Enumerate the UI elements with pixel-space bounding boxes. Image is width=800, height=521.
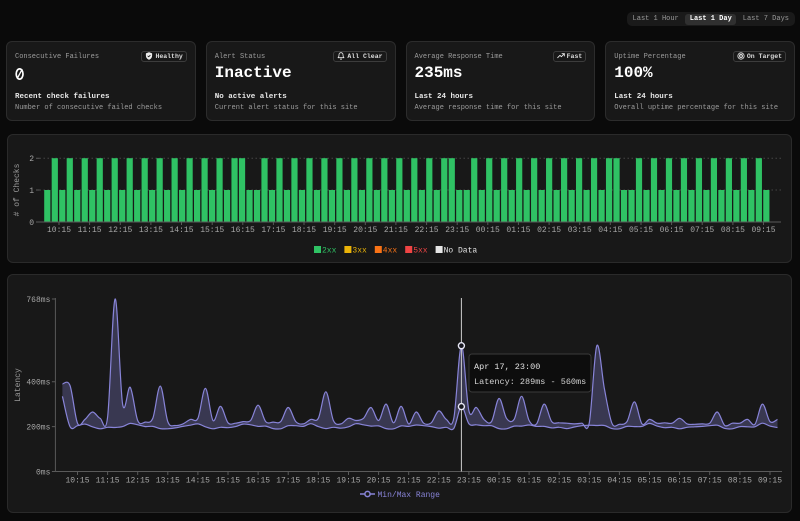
svg-text:09:15: 09:15 [751,226,775,235]
svg-text:12:15: 12:15 [108,226,132,235]
svg-text:5xx: 5xx [413,247,428,256]
svg-text:19:15: 19:15 [323,226,347,235]
svg-text:06:15: 06:15 [660,226,684,235]
svg-text:01:15: 01:15 [517,477,541,486]
svg-text:19:15: 19:15 [336,477,360,486]
svg-text:06:15: 06:15 [668,477,692,486]
svg-text:0ms: 0ms [36,468,51,477]
svg-text:2: 2 [29,155,34,164]
svg-text:07:15: 07:15 [690,226,714,235]
svg-text:18:15: 18:15 [292,226,316,235]
svg-text:14:15: 14:15 [169,226,193,235]
svg-text:03:15: 03:15 [568,226,592,235]
svg-text:17:15: 17:15 [276,477,300,486]
svg-text:200ms: 200ms [26,423,50,432]
svg-text:23:15: 23:15 [457,477,481,486]
svg-text:08:15: 08:15 [728,477,752,486]
svg-text:Latency: Latency [14,368,23,402]
svg-text:Apr 17, 23:00: Apr 17, 23:00 [474,362,540,372]
svg-text:00:15: 00:15 [487,477,511,486]
svg-text:08:15: 08:15 [721,226,745,235]
svg-text:05:15: 05:15 [629,226,653,235]
svg-text:18:15: 18:15 [306,477,330,486]
svg-text:# of Checks: # of Checks [13,163,22,216]
svg-text:1: 1 [29,187,34,196]
svg-text:16:15: 16:15 [231,226,255,235]
svg-text:Min/Max Range: Min/Max Range [378,491,441,500]
svg-text:No Data: No Data [444,247,478,256]
svg-text:02:15: 02:15 [537,226,561,235]
svg-text:07:15: 07:15 [698,477,722,486]
svg-text:11:15: 11:15 [78,226,102,235]
svg-text:21:15: 21:15 [397,477,421,486]
svg-text:14:15: 14:15 [186,477,210,486]
svg-text:02:15: 02:15 [547,477,571,486]
svg-text:2xx: 2xx [322,247,337,256]
svg-text:11:15: 11:15 [96,477,120,486]
svg-text:15:15: 15:15 [216,477,240,486]
svg-text:0: 0 [29,219,34,228]
svg-text:20:15: 20:15 [353,226,377,235]
svg-text:01:15: 01:15 [506,226,530,235]
svg-text:15:15: 15:15 [200,226,224,235]
svg-text:21:15: 21:15 [384,226,408,235]
svg-text:4xx: 4xx [383,247,398,256]
svg-text:16:15: 16:15 [246,477,270,486]
svg-text:10:15: 10:15 [47,226,71,235]
svg-text:22:15: 22:15 [415,226,439,235]
svg-text:Latency: 289ms - 560ms: Latency: 289ms - 560ms [474,377,586,387]
svg-text:400ms: 400ms [26,379,50,388]
svg-text:10:15: 10:15 [65,477,89,486]
svg-text:04:15: 04:15 [607,477,631,486]
svg-text:768ms: 768ms [26,296,50,305]
svg-text:00:15: 00:15 [476,226,500,235]
svg-text:12:15: 12:15 [126,477,150,486]
svg-text:04:15: 04:15 [598,226,622,235]
svg-text:09:15: 09:15 [758,477,782,486]
svg-text:13:15: 13:15 [156,477,180,486]
svg-text:17:15: 17:15 [261,226,285,235]
svg-text:20:15: 20:15 [367,477,391,486]
svg-text:23:15: 23:15 [445,226,469,235]
svg-text:22:15: 22:15 [427,477,451,486]
svg-text:3xx: 3xx [352,247,367,256]
svg-text:13:15: 13:15 [139,226,163,235]
svg-text:05:15: 05:15 [637,477,661,486]
svg-text:03:15: 03:15 [577,477,601,486]
